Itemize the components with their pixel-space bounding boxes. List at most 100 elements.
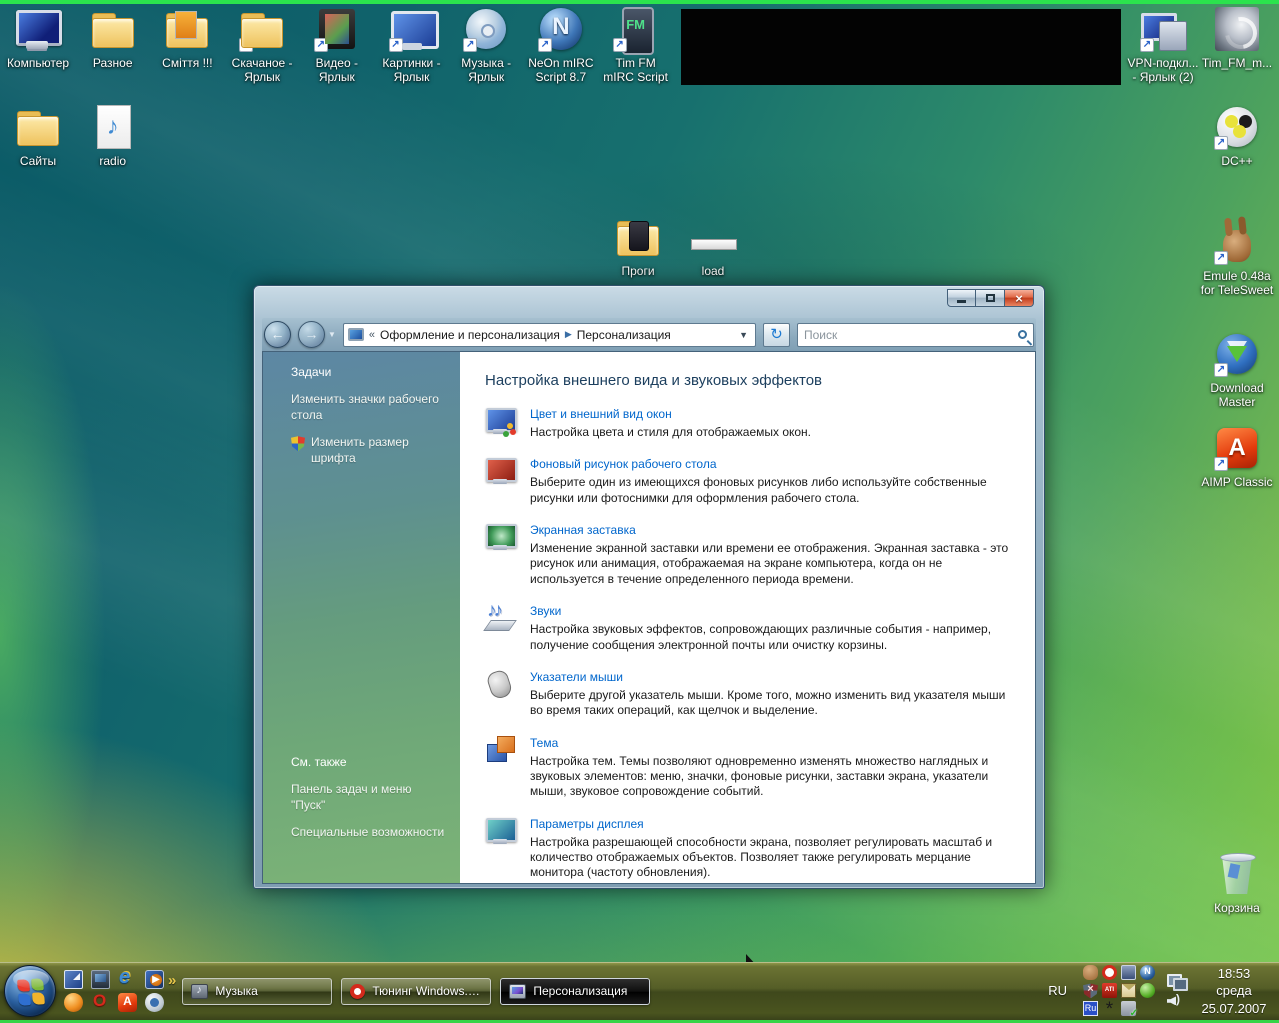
aimp-icon[interactable] xyxy=(118,993,137,1012)
back-button[interactable]: ← xyxy=(264,321,291,348)
close-button[interactable]: × xyxy=(1005,289,1034,307)
cp-item-link[interactable]: Параметры дисплея xyxy=(530,817,644,831)
desktop-icon[interactable]: Tim_FM_m... xyxy=(1200,5,1274,70)
neon-tray-icon[interactable] xyxy=(1140,965,1155,980)
desktop-icon[interactable]: DC++ xyxy=(1200,103,1274,168)
volume-icon[interactable] xyxy=(1167,994,1185,1007)
recycle-icon xyxy=(1213,850,1261,898)
personalization-page-icon xyxy=(348,328,364,341)
desktop-icon-label: Музыка - Ярлык xyxy=(449,56,523,84)
sidebar-see-also-link[interactable]: Специальные возможности xyxy=(291,825,446,841)
desktop-icon[interactable]: Сайты xyxy=(1,103,75,168)
desktop-icon[interactable]: Картинки - Ярлык xyxy=(375,5,449,84)
start-button[interactable] xyxy=(4,965,56,1017)
refresh-button[interactable]: ↻ xyxy=(763,323,790,347)
window-titlebar[interactable]: × xyxy=(262,286,1036,318)
sidebar-see-also-link[interactable]: Панель задач и меню "Пуск" xyxy=(291,782,446,813)
quick-launch xyxy=(64,970,164,1012)
taskbar-button[interactable]: Персонализация xyxy=(500,978,650,1005)
breadcrumb-separator-icon[interactable]: ▶ xyxy=(565,329,572,340)
phone-tray-icon[interactable] xyxy=(1121,965,1136,980)
forward-button[interactable]: → xyxy=(298,321,325,348)
desktop-icon-label: Корзина xyxy=(1214,901,1260,915)
neon-icon xyxy=(537,5,585,53)
shortcut-arrow-icon xyxy=(1214,363,1228,377)
spider-tray-icon[interactable] xyxy=(1102,1001,1117,1016)
sidebar-task-link[interactable]: Изменить значки рабочего стола xyxy=(291,392,446,423)
display-icon xyxy=(485,815,517,847)
desktop-icon[interactable]: Проги xyxy=(601,213,675,278)
folder-music-icon xyxy=(191,984,208,999)
minimize-button[interactable] xyxy=(947,289,976,307)
cp-item-theme: ТемаНастройка тем. Темы позволяют одновр… xyxy=(485,734,1017,800)
desktop-icon-label: Картинки - Ярлык xyxy=(375,56,449,84)
network-icon[interactable] xyxy=(1167,974,1185,988)
search-box[interactable] xyxy=(797,323,1034,347)
cp-item-link[interactable]: Тема xyxy=(530,736,558,750)
media-player-icon[interactable] xyxy=(145,970,164,989)
address-dropdown-icon[interactable]: ▼ xyxy=(736,330,751,340)
cp-item-link[interactable]: Звуки xyxy=(530,604,561,618)
desktop-icon[interactable]: Download Master xyxy=(1200,330,1274,409)
desktop-icon-label: Видео - Ярлык xyxy=(300,56,374,84)
shield-error-tray-icon[interactable] xyxy=(1083,983,1098,998)
clock[interactable]: 18:53 среда 25.07.2007 xyxy=(1197,965,1271,1018)
breadcrumb-overflow-chevron[interactable]: « xyxy=(369,329,375,341)
cp-item-description: Выберите другой указатель мыши. Кроме то… xyxy=(530,688,1017,719)
show-desktop-icon[interactable] xyxy=(64,970,83,989)
search-icon[interactable] xyxy=(1018,330,1027,339)
desktop-icon-label: Сміття !!! xyxy=(162,56,212,70)
desktop-icon[interactable]: Tim FM mIRC Script xyxy=(599,5,673,84)
desktop-icon[interactable]: Музыка - Ярлык xyxy=(449,5,523,84)
mail-tray-icon[interactable] xyxy=(1121,983,1136,998)
quick-launch-overflow-chevron[interactable]: » xyxy=(168,972,176,989)
green-status-tray-icon[interactable] xyxy=(1140,983,1155,998)
opera-tray-icon[interactable] xyxy=(1102,965,1117,980)
taskbar-button[interactable]: Тюнинг Windows. -... xyxy=(341,978,491,1005)
ati-tray-icon[interactable] xyxy=(1102,983,1117,998)
desktop-icon[interactable]: Корзина xyxy=(1200,850,1274,915)
update-tray-icon[interactable] xyxy=(1121,1001,1136,1016)
desktop-icon-label: Проги xyxy=(621,264,654,278)
cp-item-link[interactable]: Фоновый рисунок рабочего стола xyxy=(530,457,717,471)
opera-icon[interactable] xyxy=(91,993,110,1012)
address-bar[interactable]: « Оформление и персонализация ▶ Персонал… xyxy=(343,323,756,347)
cp-item-link[interactable]: Экранная заставка xyxy=(530,523,636,537)
folder-dark-icon xyxy=(614,213,662,261)
search-input[interactable] xyxy=(804,328,1012,342)
sidebar-task-link[interactable]: Изменить размер шрифта xyxy=(291,435,446,466)
desktop-icon[interactable]: radio xyxy=(76,103,150,168)
recent-pages-dropdown[interactable]: ▼ xyxy=(328,330,336,339)
appearance-icon xyxy=(485,405,517,437)
desktop-icon[interactable]: Видео - Ярлык xyxy=(300,5,374,84)
ru-lang-tray-icon[interactable] xyxy=(1083,1001,1098,1016)
desktop-icon[interactable]: load xyxy=(676,213,750,278)
desktop-icon[interactable]: Сміття !!! xyxy=(150,5,224,70)
breadcrumb-root[interactable]: Оформление и персонализация xyxy=(380,328,560,342)
remote-desktop-icon[interactable] xyxy=(91,970,110,989)
cp-item-text: Указатели мыши Выберите другой указатель … xyxy=(530,668,1017,719)
emule-tray-icon[interactable] xyxy=(1083,965,1098,980)
desktop-icon[interactable]: NeOn mIRC Script 8.7 xyxy=(524,5,598,84)
desktop-icon[interactable]: Разное xyxy=(76,5,150,70)
dm-icon xyxy=(1213,330,1261,378)
orb-gloss xyxy=(13,970,49,988)
desktop-icon[interactable]: Скачаное - Ярлык xyxy=(225,5,299,84)
disc-icon xyxy=(462,5,510,53)
censored-region xyxy=(681,9,1121,85)
maximize-button[interactable] xyxy=(976,289,1005,307)
desktop-icon[interactable]: Компьютер xyxy=(1,5,75,70)
cp-item-description: Изменение экранной заставки или времени … xyxy=(530,541,1017,587)
cp-item-link[interactable]: Цвет и внешний вид окон xyxy=(530,407,672,421)
breadcrumb-current[interactable]: Персонализация xyxy=(577,328,671,342)
bin-content xyxy=(1228,863,1241,879)
language-indicator[interactable]: RU xyxy=(1048,983,1067,998)
desktop-icon[interactable]: VPN-подкл... - Ярлык (2) xyxy=(1126,5,1200,84)
internet-explorer-icon[interactable] xyxy=(118,970,137,989)
cp-item-link[interactable]: Указатели мыши xyxy=(530,670,623,684)
orange-ball-icon[interactable] xyxy=(64,993,83,1012)
taskbar-button[interactable]: Музыка xyxy=(182,978,332,1005)
phone-icon[interactable] xyxy=(145,993,164,1012)
desktop-icon[interactable]: Emule 0.48a for TeleSweet xyxy=(1200,218,1274,297)
desktop-icon[interactable]: AIMP Classic xyxy=(1200,424,1274,489)
